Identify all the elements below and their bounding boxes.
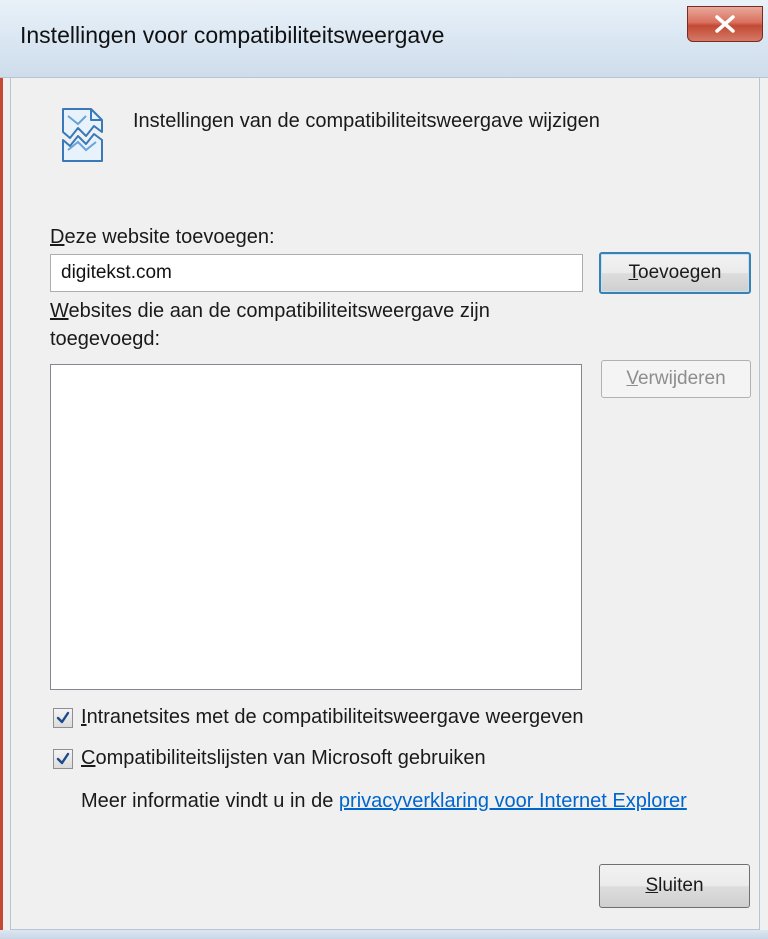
window-frame-edge	[0, 0, 3, 939]
close-button[interactable]: Sluiten	[599, 864, 750, 908]
add-button-accel: T	[628, 262, 639, 283]
add-website-label-text: eze website toevoegen:	[64, 226, 275, 248]
title-bar[interactable]: Instellingen voor compatibiliteitsweerga…	[0, 0, 768, 78]
add-website-accel: D	[50, 226, 65, 248]
intranet-option-label[interactable]: Intranetsites met de compatibiliteitswee…	[81, 706, 584, 729]
remove-button[interactable]: Verwijderen	[601, 360, 751, 398]
remove-button-accel: V	[626, 368, 638, 389]
site-list-label-line2: toegevoegd:	[50, 328, 161, 350]
privacy-info-text: Meer informatie vindt u in de	[81, 790, 339, 812]
close-icon	[715, 15, 735, 33]
window-title: Instellingen voor compatibiliteitsweerga…	[20, 22, 445, 48]
site-list-label-line1: Websites die aan de compatibiliteitsweer…	[50, 300, 490, 323]
window-frame-bottom	[0, 930, 768, 939]
broken-page-icon	[62, 108, 103, 162]
add-website-label: Deze website toevoegen:	[50, 226, 275, 249]
site-list-label-text: ebsites die aan de compatibiliteitsweerg…	[68, 300, 490, 322]
microsoft-lists-checkbox[interactable]	[53, 749, 73, 769]
remove-button-label: erwijderen	[637, 368, 726, 389]
checkmark-icon	[56, 711, 70, 724]
add-button[interactable]: Toevoegen	[599, 252, 751, 294]
dialog-heading: Instellingen van de compatibiliteitsweer…	[133, 110, 600, 132]
intranet-checkbox[interactable]	[53, 708, 73, 728]
microsoft-lists-option-label[interactable]: Compatibiliteitslijsten van Microsoft ge…	[81, 747, 486, 770]
intranet-option-text: ntranetsites met de compatibiliteitsweer…	[86, 706, 584, 728]
website-input[interactable]	[50, 254, 583, 292]
microsoft-lists-option-accel: C	[81, 747, 96, 769]
privacy-statement-link[interactable]: privacyverklaring voor Internet Explorer	[339, 790, 687, 812]
close-window-button[interactable]	[687, 6, 763, 42]
privacy-info-line: Meer informatie vindt u in de privacyver…	[81, 790, 687, 813]
microsoft-lists-option-text: ompatibiliteitslijsten van Microsoft geb…	[95, 747, 486, 769]
site-list-accel: W	[50, 300, 69, 322]
checkmark-icon	[56, 752, 70, 765]
close-button-label: luiten	[658, 875, 704, 896]
close-button-accel: S	[645, 875, 659, 896]
website-list[interactable]	[50, 364, 582, 690]
add-button-label: oevoegen	[638, 262, 722, 283]
